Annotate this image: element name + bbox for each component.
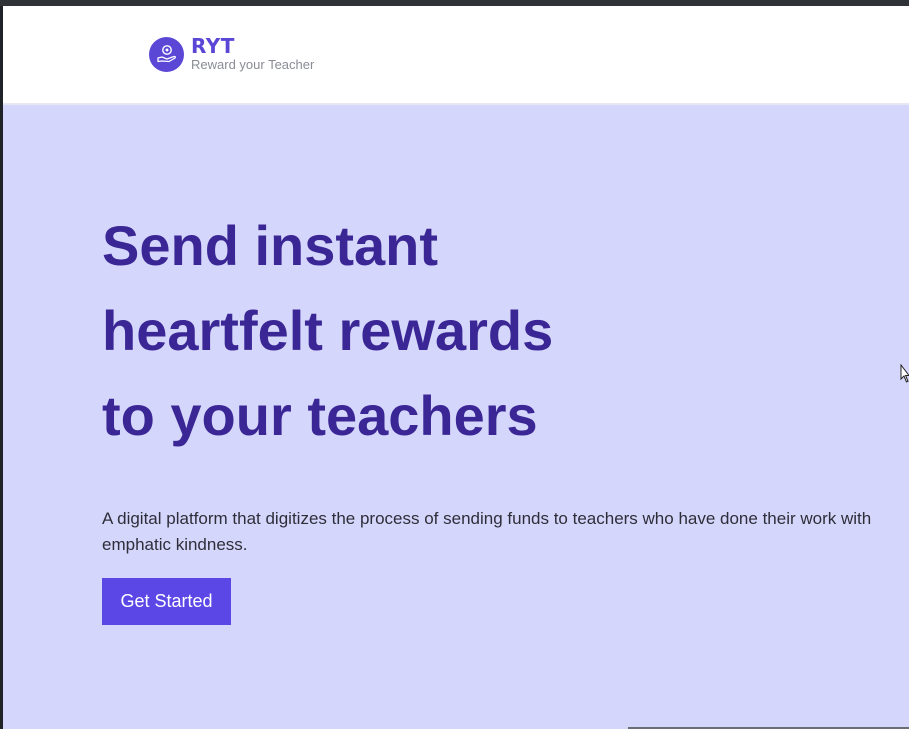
- get-started-button[interactable]: Get Started: [102, 578, 231, 625]
- hero-title-line: Send instant: [102, 214, 439, 277]
- brand-text: RYT Reward your Teacher: [191, 36, 314, 72]
- brand-name: RYT: [191, 34, 235, 58]
- hero-description: A digital platform that digitizes the pr…: [102, 509, 872, 554]
- brand-tagline: Reward your Teacher: [191, 57, 315, 72]
- hero-section: Send instant heartfelt rewards to your t…: [3, 105, 909, 729]
- hero-title: Send instant heartfelt rewards to your t…: [102, 203, 662, 458]
- hero-title-line: to your teachers: [102, 384, 538, 447]
- brand-logo[interactable]: RYT Reward your Teacher: [149, 36, 314, 72]
- hand-coin-icon: [149, 36, 184, 72]
- hero-title-line: heartfelt rewards: [102, 299, 554, 362]
- mouse-cursor-icon: [900, 363, 909, 389]
- site-header: RYT Reward your Teacher: [3, 6, 909, 105]
